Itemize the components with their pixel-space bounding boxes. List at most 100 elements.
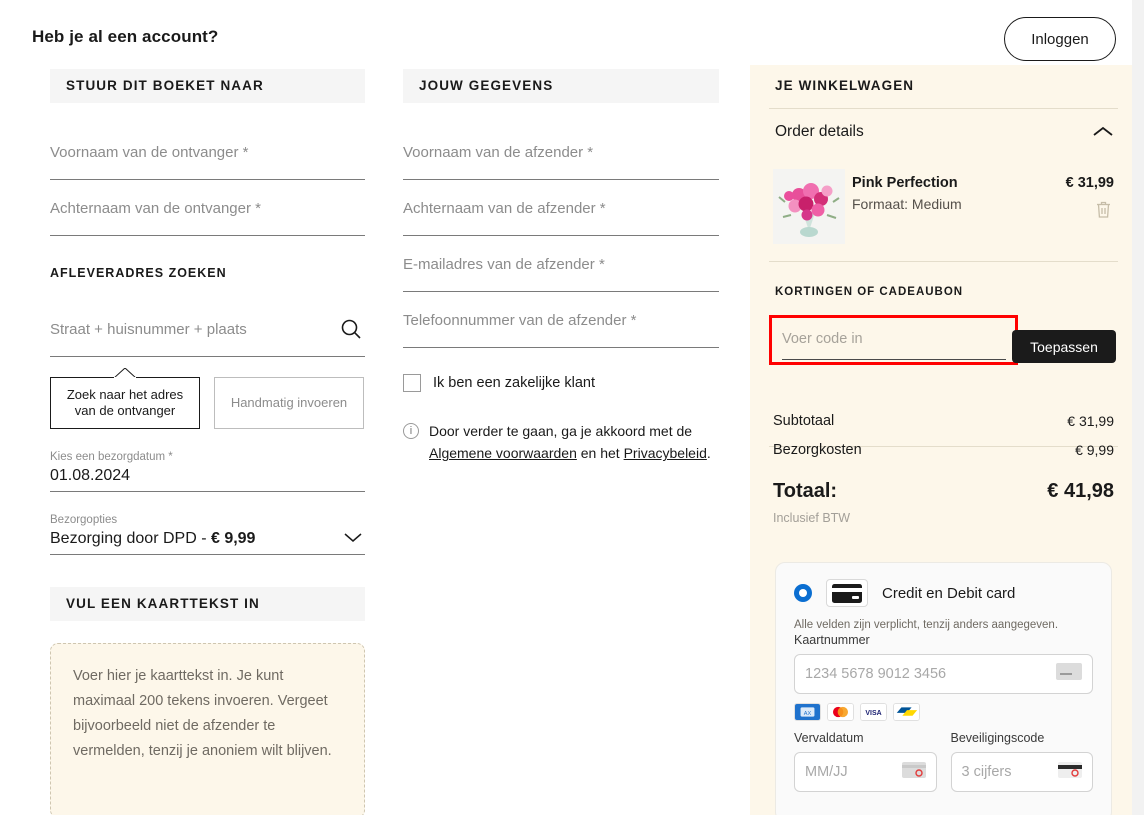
address-mode-toggle: Zoek naar het adres van de ontvanger Han… xyxy=(50,368,365,429)
toggle-search-address-button[interactable]: Zoek naar het adres van de ontvanger xyxy=(50,377,200,429)
summary-row-subtotal: Subtotaal € 31,99 xyxy=(773,413,1114,429)
address-search-input[interactable]: Straat + huisnummer + plaats xyxy=(50,303,365,357)
product-option: Formaat: Medium xyxy=(852,196,962,212)
payment-method-name: Credit en Debit card xyxy=(882,584,1016,602)
active-tab-notch xyxy=(114,368,136,378)
cvc-placeholder: 3 cijfers xyxy=(961,764,1012,780)
shopping-cart-panel: JE WINKELWAGEN Order details Pink Perfec… xyxy=(755,65,1132,815)
product-price: € 31,99 xyxy=(1065,175,1114,191)
sender-last-name-placeholder: Achternaam van de afzender * xyxy=(403,200,606,217)
sender-email-input[interactable]: E-mailadres van de afzender * xyxy=(403,238,719,292)
terms-prefix: Door verder te gaan, ga je akkoord met d… xyxy=(429,423,693,439)
card-number-input[interactable]: 1234 5678 9012 3456 xyxy=(794,654,1093,694)
shipping-label: Bezorgkosten xyxy=(773,442,862,458)
sender-phone-input[interactable]: Telefoonnummer van de afzender * xyxy=(403,294,719,348)
cvc-label: Beveiligingscode xyxy=(950,731,1045,745)
delivery-option-field[interactable]: Bezorgopties Bezorging door DPD - € 9,99 xyxy=(50,514,365,555)
total-label: Totaal: xyxy=(773,480,838,502)
address-search-label: AFLEVERADRES ZOEKEN xyxy=(50,266,227,280)
order-details-label: Order details xyxy=(775,123,864,140)
cart-divider-1 xyxy=(769,108,1118,109)
visa-icon: VISA xyxy=(860,703,887,721)
card-brand-list: AX VISA xyxy=(794,703,1093,721)
amex-icon: AX xyxy=(794,703,821,721)
sender-first-name-placeholder: Voornaam van de afzender * xyxy=(403,144,594,161)
expiry-card-icon xyxy=(901,761,926,783)
business-customer-label: Ik ben een zakelijke klant xyxy=(433,375,596,391)
page-title: Heb je al een account? xyxy=(32,27,219,46)
coupon-placeholder: Voer code in xyxy=(782,331,863,347)
recipient-last-name-placeholder: Achternaam van de ontvanger * xyxy=(50,200,261,217)
terms-middle: en het xyxy=(580,445,620,462)
cvc-input[interactable]: 3 cijfers xyxy=(950,752,1093,792)
subtotal-label: Subtotaal xyxy=(773,413,835,429)
delivery-option-value: Bezorging door DPD - xyxy=(50,530,207,547)
page-scrollbar-top[interactable] xyxy=(1132,0,1144,65)
delivery-date-field[interactable]: Kies een bezorgdatum * 01.08.2024 xyxy=(50,451,365,492)
checkout-page: Heb je al een account? Inloggen STUUR DI… xyxy=(0,0,1144,815)
sender-first-name-input[interactable]: Voornaam van de afzender * xyxy=(403,126,719,180)
chevron-down-icon[interactable] xyxy=(343,530,363,548)
cart-heading: JE WINKELWAGEN xyxy=(775,78,915,93)
sender-last-name-input[interactable]: Achternaam van de afzender * xyxy=(403,182,719,236)
delivery-date-label: Kies een bezorgdatum * xyxy=(50,451,173,463)
sender-column: JOUW GEGEVENS Voornaam van de afzender *… xyxy=(403,69,719,465)
cvc-field: Beveiligingscode 3 cijfers xyxy=(950,729,1093,792)
recipient-first-name-placeholder: Voornaam van de ontvanger * xyxy=(50,144,249,161)
business-customer-row[interactable]: Ik ben een zakelijke klant xyxy=(403,374,719,392)
svg-text:AX: AX xyxy=(804,711,812,717)
total-value: € 41,98 xyxy=(1047,480,1114,502)
delivery-date-value: 01.08.2024 xyxy=(50,467,131,484)
payment-panel: Credit en Debit card Alle velden zijn ve… xyxy=(775,562,1112,815)
credit-card-icon xyxy=(826,579,868,607)
coupon-input[interactable]: Voer code in xyxy=(782,324,1006,360)
payment-note: Alle velden zijn verplicht, tenzij ander… xyxy=(794,619,1059,631)
login-button[interactable]: Inloggen xyxy=(1004,17,1116,61)
sender-section-heading: JOUW GEGEVENS xyxy=(403,69,719,103)
chevron-up-icon[interactable] xyxy=(1092,125,1114,143)
payment-method-radio[interactable] xyxy=(794,584,812,602)
business-customer-checkbox[interactable] xyxy=(403,374,421,392)
product-name: Pink Perfection xyxy=(852,175,958,191)
expiry-placeholder: MM/JJ xyxy=(805,764,848,780)
apply-coupon-button[interactable]: Toepassen xyxy=(1012,330,1116,363)
vat-note: Inclusief BTW xyxy=(773,511,851,525)
terms-notice: i Door verder te gaan, ga je akkoord met… xyxy=(403,420,719,465)
card-number-placeholder: 1234 5678 9012 3456 xyxy=(805,666,947,682)
card-generic-icon xyxy=(1056,663,1082,685)
cvc-card-icon xyxy=(1058,761,1082,783)
terms-suffix: . xyxy=(706,445,711,462)
expiry-cvc-row: Vervaldatum MM/JJ Beveiligingscode 3 cij… xyxy=(794,729,1093,792)
bancontact-icon xyxy=(893,703,920,721)
product-thumbnail xyxy=(773,169,845,244)
svg-text:VISA: VISA xyxy=(865,710,881,717)
address-search-placeholder: Straat + huisnummer + plaats xyxy=(50,321,247,338)
subtotal-value: € 31,99 xyxy=(1067,413,1114,429)
payment-method-row[interactable]: Credit en Debit card xyxy=(794,579,1093,607)
cart-divider-2 xyxy=(769,261,1118,262)
expiry-field: Vervaldatum MM/JJ xyxy=(794,729,937,792)
delivery-option-price: € 9,99 xyxy=(210,530,256,547)
page-scrollbar[interactable] xyxy=(1132,0,1144,815)
mastercard-icon xyxy=(827,703,854,721)
recipient-column: STUUR DIT BOEKET NAAR Voornaam van de on… xyxy=(50,69,365,815)
page-header: Heb je al een account? Inloggen xyxy=(0,0,1144,65)
trash-icon[interactable] xyxy=(1095,200,1112,224)
terms-link[interactable]: Algemene voorwaarden xyxy=(429,445,577,461)
shipping-value: € 9,99 xyxy=(1075,442,1114,458)
info-icon: i xyxy=(403,423,419,439)
recipient-last-name-input[interactable]: Achternaam van de ontvanger * xyxy=(50,182,365,236)
summary-row-shipping: Bezorgkosten € 9,99 xyxy=(773,442,1114,458)
search-icon[interactable] xyxy=(339,317,363,346)
sender-phone-placeholder: Telefoonnummer van de afzender * xyxy=(403,312,637,329)
card-text-textarea[interactable]: Voer hier je kaarttekst in. Je kunt maxi… xyxy=(50,643,365,815)
card-text-section-heading: VUL EEN KAARTTEKST IN xyxy=(50,587,365,621)
delivery-option-label: Bezorgopties xyxy=(50,514,118,526)
toggle-manual-entry-button[interactable]: Handmatig invoeren xyxy=(214,377,364,429)
recipient-first-name-input[interactable]: Voornaam van de ontvanger * xyxy=(50,126,365,180)
expiry-label: Vervaldatum xyxy=(794,731,864,745)
expiry-input[interactable]: MM/JJ xyxy=(794,752,937,792)
sender-email-placeholder: E-mailadres van de afzender * xyxy=(403,256,605,273)
recipient-section-heading: STUUR DIT BOEKET NAAR xyxy=(50,69,365,103)
privacy-link[interactable]: Privacybeleid xyxy=(624,445,707,461)
